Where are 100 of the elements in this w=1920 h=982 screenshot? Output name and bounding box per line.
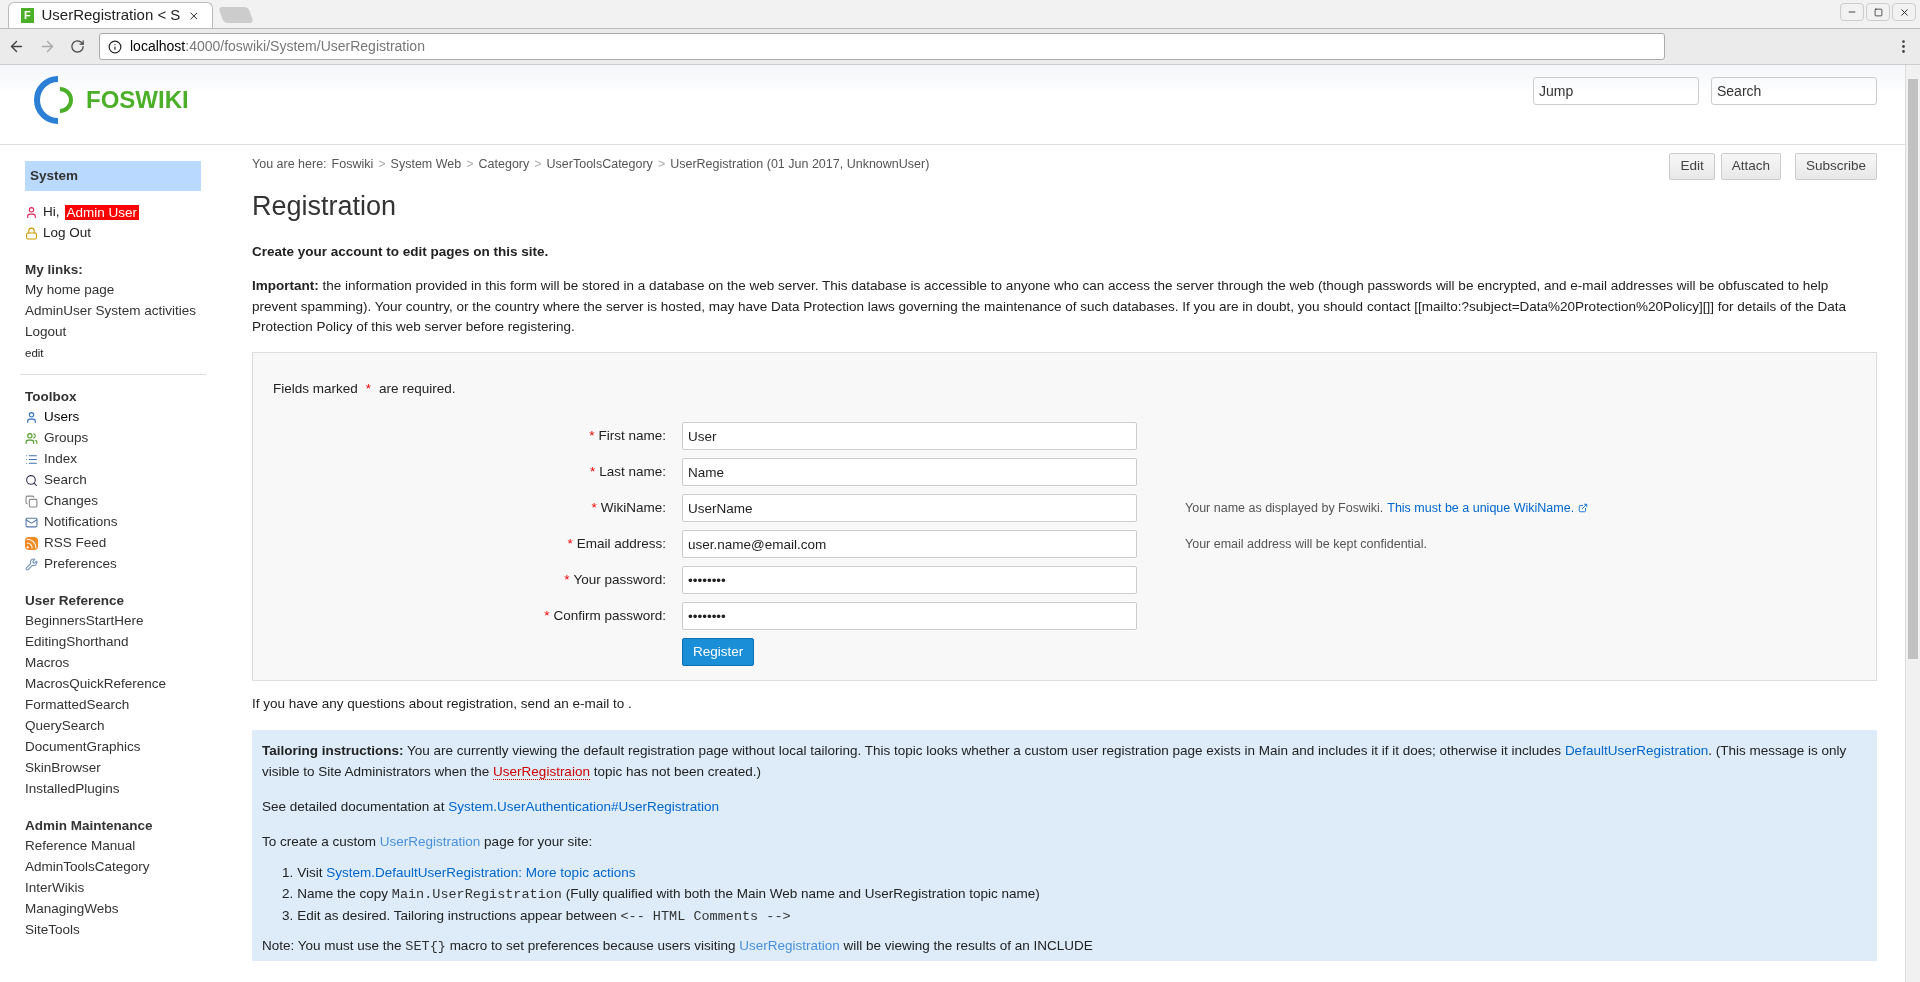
sidebar-link[interactable]: My home page	[25, 280, 115, 301]
sidebar-link[interactable]: SkinBrowser	[25, 758, 101, 779]
external-link-icon	[1578, 503, 1589, 513]
tailoring-paragraph: Tailoring instructions: You are currently viewing the default registration page without local tailoring. This topic looks whether a custom user registration page exists in Main and includes it if it does; otherwise it includes DefaultUserRegistration. (This message is only visible to Site Administrators when the UserRegistraion topic has not been created.)	[262, 742, 1848, 783]
breadcrumb-current: UserRegistration (01 Jun 2017, UnknownUser)	[670, 156, 930, 173]
sidebar-link[interactable]: SiteTools	[25, 920, 80, 941]
breadcrumb-link[interactable]: Foswiki	[331, 155, 374, 174]
sidebar-link[interactable]: Logout	[25, 322, 67, 343]
back-icon[interactable]	[8, 38, 25, 55]
browser-tab[interactable]: F UserRegistration < S	[8, 2, 213, 28]
sidebar-link[interactable]: RSS Feed	[44, 533, 107, 554]
step-number: 3.	[282, 907, 294, 926]
sidebar-link[interactable]: Users	[44, 407, 80, 428]
important-paragraph: Important: the information provided in this form will be stored in a database on the web server. This database is accessible to anyone who can access the server through the web (though passwords will be encrypted, and e-mail addresses will be obfuscated to help prevent spamming). Your country, or the country where the server is hosted, may have Data Protection laws governing the maintenance of such databases. If you are in doubt, you should contact [[mailto:?subject=Data%20Protection%20Policy][]] for details of the Data Protection Policy of this web server before registering.	[252, 277, 1847, 337]
rss-icon	[25, 537, 38, 550]
breadcrumb-separator: >	[534, 156, 542, 173]
text-field[interactable]: ••••••••	[682, 566, 1137, 594]
sidebar-link[interactable]: Groups	[44, 428, 89, 449]
logo-text: FOSWIKI	[86, 85, 189, 115]
sidebar-link[interactable]: AdminToolsCategory	[25, 857, 150, 878]
action-button[interactable]: Attach	[1720, 153, 1781, 180]
wrench-icon	[25, 558, 38, 571]
sidebar-link[interactable]: QuerySearch	[25, 716, 105, 737]
scrollbar[interactable]	[1905, 65, 1920, 982]
action-button[interactable]: Subscribe	[1794, 153, 1877, 180]
link[interactable]: System.UserAuthentication#UserRegistration	[448, 799, 719, 815]
jump-field[interactable]: Jump	[1533, 77, 1699, 105]
sidebar-link[interactable]: DocumentGraphics	[25, 737, 141, 758]
sidebar-link[interactable]: AdminUser System activities	[25, 301, 197, 322]
sidebar-link[interactable]: Reference Manual	[25, 836, 136, 857]
tailoring-paragraph: To create a custom UserRegistration page for your site:	[262, 833, 594, 852]
text-field[interactable]: Name	[682, 458, 1137, 486]
register-button[interactable]: Register	[682, 638, 755, 666]
code-text: Main.UserRegistration	[391, 887, 562, 903]
envelope-icon	[25, 516, 38, 529]
required-asterisk: *	[567, 534, 573, 553]
restore-button[interactable]	[1866, 3, 1890, 21]
breadcrumb-link[interactable]: Category	[478, 155, 530, 174]
sidebar-link[interactable]: Changes	[44, 491, 99, 512]
link[interactable]: System.DefaultUserRegistration: More topic actions	[326, 865, 636, 881]
text-field[interactable]: User	[682, 422, 1137, 450]
text-field[interactable]: UserName	[682, 494, 1137, 522]
wikiname-link[interactable]: This must be a unique WikiName.	[1387, 498, 1575, 518]
step-text: Name the copy Main.UserRegistration (Fully qualified with both the Main Web name and UserRegistration topic name)	[297, 885, 1040, 905]
tab-title: UserRegistration < S	[41, 5, 181, 26]
search-field[interactable]: Search	[1711, 77, 1877, 105]
sidebar-link[interactable]: Macros	[25, 653, 70, 674]
section-title: User Reference	[25, 592, 126, 610]
field-label: Your password:	[573, 570, 666, 589]
field-label: Email address:	[576, 534, 666, 553]
log-out-link[interactable]: Log Out	[43, 223, 92, 244]
step-number: 2.	[282, 885, 294, 904]
sidebar-link[interactable]: Search	[44, 470, 87, 491]
close-icon	[1898, 6, 1910, 18]
section-title: Admin Maintenance	[25, 817, 154, 835]
section-title: My links:	[25, 261, 84, 279]
required-note-text: are required.	[379, 379, 456, 398]
user-icon	[25, 206, 38, 219]
missing-topic-link[interactable]: UserRegistraion	[493, 764, 590, 781]
close-button[interactable]	[1892, 3, 1916, 21]
breadcrumb-link[interactable]: UserToolsCategory	[546, 155, 653, 174]
breadcrumb-link[interactable]: System Web	[390, 155, 462, 174]
breadcrumb-separator: >	[657, 156, 666, 173]
text-field[interactable]: ••••••••	[682, 602, 1137, 630]
url-text: localhost:4000/foswiki/System/UserRegistration	[130, 37, 425, 56]
step-number: 1.	[282, 864, 294, 883]
sidebar-link[interactable]: Preferences	[44, 554, 117, 575]
field-hint: Your email address will be kept confidential.	[1185, 535, 1428, 553]
breadcrumb-separator: >	[378, 156, 386, 173]
sidebar-link[interactable]: Index	[44, 449, 78, 470]
step-text: Visit System.DefaultUserRegistration: More topic actions	[297, 864, 636, 883]
sidebar-link[interactable]: BeginnersStartHere	[25, 611, 144, 632]
sidebar-link[interactable]: edit	[25, 344, 44, 363]
lock-icon	[25, 227, 38, 240]
sidebar-link[interactable]: EditingShorthand	[25, 632, 129, 653]
step-text: Edit as desired. Tailoring instructions appear between <-- HTML Comments -->	[297, 907, 791, 927]
field-label: First name:	[598, 426, 666, 445]
text-field[interactable]: user.name@email.com	[682, 530, 1137, 558]
page-title: Registration	[252, 190, 398, 223]
web-title: System	[25, 161, 201, 191]
intro-text: Create your account to edit pages on this site.	[252, 243, 550, 261]
action-button[interactable]: Edit	[1669, 153, 1715, 180]
info-icon	[108, 39, 122, 54]
favicon-icon: F	[21, 8, 34, 23]
code-text: SET{}	[405, 939, 446, 955]
sidebar-link[interactable]: FormattedSearch	[25, 695, 130, 716]
note-paragraph: Note: You must use the SET{} macro to set preferences because users visiting UserRegistration will be viewing the results of an INCLUDE	[262, 937, 1094, 957]
reload-icon[interactable]	[70, 39, 85, 54]
sidebar-link[interactable]: InterWikis	[25, 878, 85, 899]
sidebar-link[interactable]: ManagingWebs	[25, 899, 119, 920]
sidebar-link[interactable]: InstalledPlugins	[25, 779, 120, 800]
sidebar-link[interactable]: Notifications	[44, 512, 118, 533]
sidebar-link[interactable]: MacrosQuickReference	[25, 674, 167, 695]
pages-icon	[25, 495, 38, 508]
address-bar[interactable]: localhost:4000/foswiki/System/UserRegistration	[99, 33, 1665, 60]
user-name-link[interactable]: Admin User	[64, 205, 140, 220]
required-asterisk: *	[365, 379, 372, 398]
minimize-button[interactable]	[1840, 3, 1864, 21]
user-icon	[25, 411, 38, 424]
search-icon	[25, 474, 38, 487]
